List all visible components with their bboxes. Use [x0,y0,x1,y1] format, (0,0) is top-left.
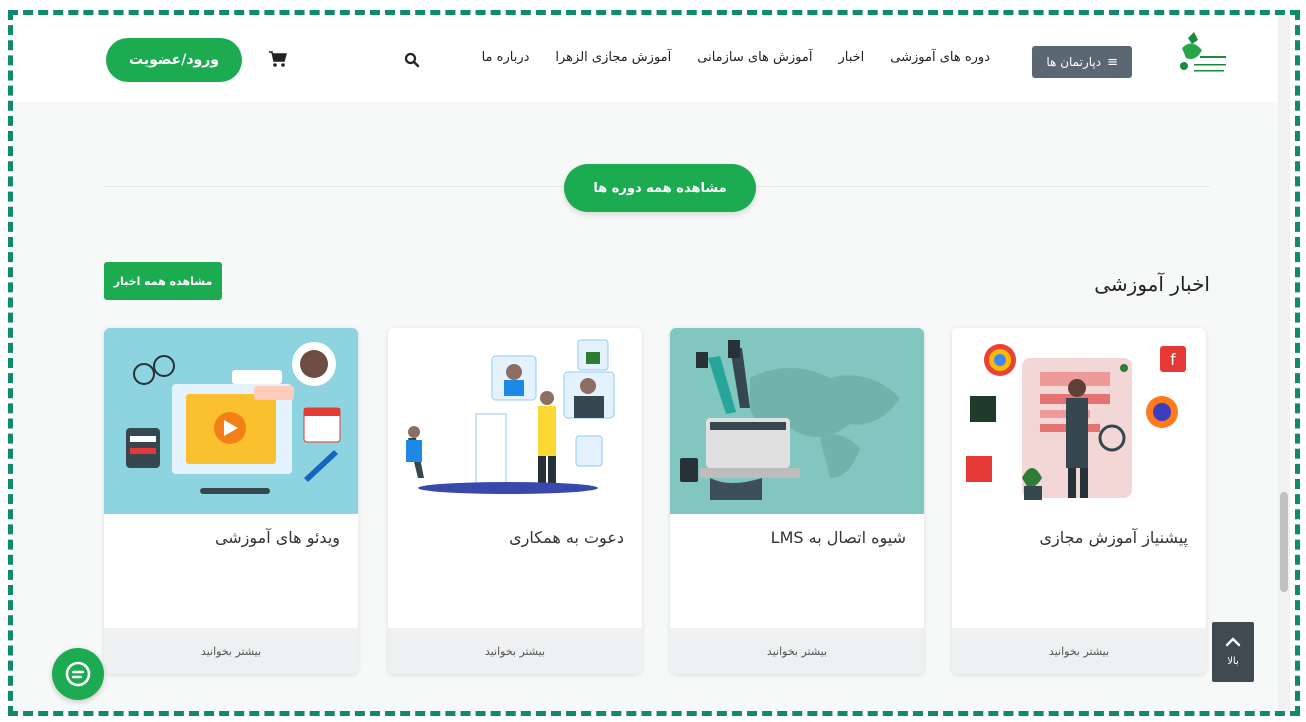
read-more-link[interactable]: بیشتر بخوانید [670,628,924,674]
card-title[interactable]: ویدئو های آموزشی [122,528,340,547]
cart-icon[interactable] [268,50,288,68]
nav-item-courses[interactable]: دوره های آموزشی [890,50,990,65]
card-image: f [952,328,1206,514]
chevron-up-icon [1225,637,1241,650]
news-card-videos[interactable]: ویدئو های آموزشی بیشتر بخوانید [104,328,358,674]
chat-widget-button[interactable] [52,648,104,700]
main-nav: دوره های آموزشی اخبار آموزش های سازمانی … [482,50,990,65]
browser-viewport: ≡ دپارتمان ها دوره های آموزشی اخبار آموز… [14,16,1290,712]
card-image [388,328,642,514]
card-title[interactable]: دعوت به همکاری [406,528,624,547]
read-more-link[interactable]: بیشتر بخوانید [104,628,358,674]
nav-item-organizational[interactable]: آموزش های سازمانی [697,50,812,65]
departments-button[interactable]: ≡ دپارتمان ها [1032,46,1132,78]
nav-item-alzahra-virtual[interactable]: آموزش مجازی الزهرا [555,50,671,65]
card-image [670,328,924,514]
svg-text:f: f [1170,350,1176,369]
menu-icon: ≡ [1107,54,1118,70]
page-scrollbar[interactable] [1278,16,1290,712]
view-all-news-button[interactable]: مشاهده همه اخبار [104,262,222,300]
card-image [104,328,358,514]
nav-item-about[interactable]: درباره ما [482,50,530,65]
news-section-title: اخبار آموزشی [1094,272,1210,296]
view-all-courses-button[interactable]: مشاهده همه دوره ها [564,164,756,212]
chat-icon [65,661,91,687]
site-logo[interactable] [1172,28,1230,84]
back-to-top-label: بالا [1227,656,1239,667]
search-icon[interactable] [404,52,420,68]
login-register-button[interactable]: ورود/عضویت [106,38,242,82]
site-header: ≡ دپارتمان ها دوره های آموزشی اخبار آموز… [14,16,1290,102]
nav-item-news[interactable]: اخبار [838,50,864,65]
card-title[interactable]: پیشنیاز آموزش مجازی [970,528,1188,547]
read-more-link[interactable]: بیشتر بخوانید [952,628,1206,674]
read-more-link[interactable]: بیشتر بخوانید [388,628,642,674]
news-card-hiring[interactable]: دعوت به همکاری بیشتر بخوانید [388,328,642,674]
back-to-top-button[interactable]: بالا [1212,622,1254,682]
card-title[interactable]: شیوه اتصال به LMS [688,528,906,547]
news-card-virtual-prereq[interactable]: f پیشنیاز آموزش مجازی بیشتر بخوانید [952,328,1206,674]
scrollbar-thumb[interactable] [1280,492,1288,592]
news-card-lms-connection[interactable]: شیوه اتصال به LMS بیشتر بخوانید [670,328,924,674]
departments-label: دپارتمان ها [1046,55,1102,69]
